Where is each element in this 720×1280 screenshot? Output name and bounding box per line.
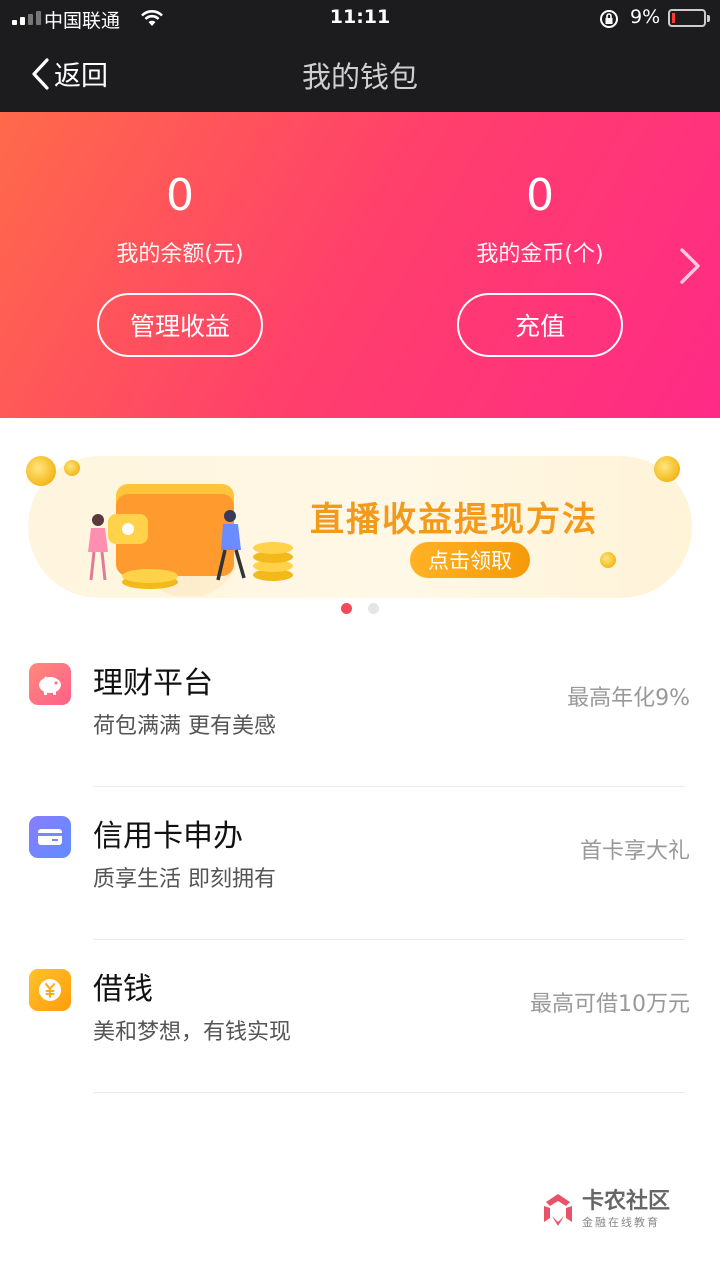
item-title: 信用卡申办	[93, 819, 243, 854]
list-item-wealth[interactable]: 理财平台 荷包满满 更有美感 最高年化9%	[0, 634, 720, 787]
coins-label: 我的金币(个)	[476, 242, 604, 267]
carousel-indicator	[0, 603, 720, 614]
item-subtitle: 质享生活 即刻拥有	[93, 867, 276, 892]
wallet-summary: 0 我的余额(元) 0 我的金币(个) 管理收益 充值	[0, 112, 720, 418]
item-tag: 首卡享大礼	[579, 839, 690, 864]
banner-claim-button[interactable]: 点击领取	[410, 542, 530, 578]
promo-banner[interactable]: 直播收益提现方法 点击领取	[26, 456, 692, 598]
piggy-bank-icon	[29, 663, 71, 705]
list-item-credit-card[interactable]: 信用卡申办 质享生活 即刻拥有 首卡享大礼	[0, 787, 720, 940]
coin-decoration	[654, 456, 680, 482]
balance-label: 我的余额(元)	[116, 242, 244, 267]
coins-stat[interactable]: 0 我的金币(个)	[390, 112, 690, 268]
manage-earnings-button[interactable]: 管理收益	[97, 293, 263, 357]
watermark: 卡农社区 金融在线教育	[540, 1190, 670, 1230]
wallet-illustration	[88, 484, 293, 596]
watermark-logo	[544, 1194, 572, 1226]
item-title: 借钱	[93, 972, 153, 1007]
carousel-dot[interactable]	[368, 603, 379, 614]
item-tag: 最高年化9%	[567, 686, 690, 711]
item-tag: 最高可借10万元	[530, 992, 690, 1017]
chevron-right-icon[interactable]	[676, 246, 704, 290]
list-item-loan[interactable]: 借钱 美和梦想，有钱实现 最高可借10万元	[0, 940, 720, 1093]
item-subtitle: 美和梦想，有钱实现	[93, 1020, 292, 1045]
item-subtitle: 荷包满满 更有美感	[93, 714, 276, 739]
battery-percent: 9%	[630, 6, 661, 28]
coin-decoration	[600, 552, 616, 568]
banner-title: 直播收益提现方法	[310, 500, 598, 540]
recharge-button[interactable]: 充值	[457, 293, 623, 357]
coins-value: 0	[526, 170, 554, 221]
battery-icon	[668, 9, 710, 27]
status-bar: 中国联通 11:11 9%	[0, 0, 720, 36]
divider	[93, 1092, 685, 1093]
coin-decoration	[26, 456, 56, 486]
balance-value: 0	[166, 170, 194, 221]
battery-level	[672, 13, 675, 23]
watermark-name: 卡农社区	[582, 1189, 671, 1214]
watermark-tagline: 金融在线教育	[582, 1216, 660, 1229]
rotation-lock-icon	[598, 8, 620, 35]
credit-card-icon	[29, 816, 71, 858]
carousel-dot[interactable]	[341, 603, 352, 614]
item-title: 理财平台	[93, 666, 213, 701]
page-title: 我的钱包	[301, 60, 418, 94]
top-bar: 中国联通 11:11 9% 返回 我的钱包	[0, 0, 720, 112]
balance-stat[interactable]: 0 我的余额(元)	[30, 112, 330, 268]
yuan-coin-icon	[29, 969, 71, 1011]
